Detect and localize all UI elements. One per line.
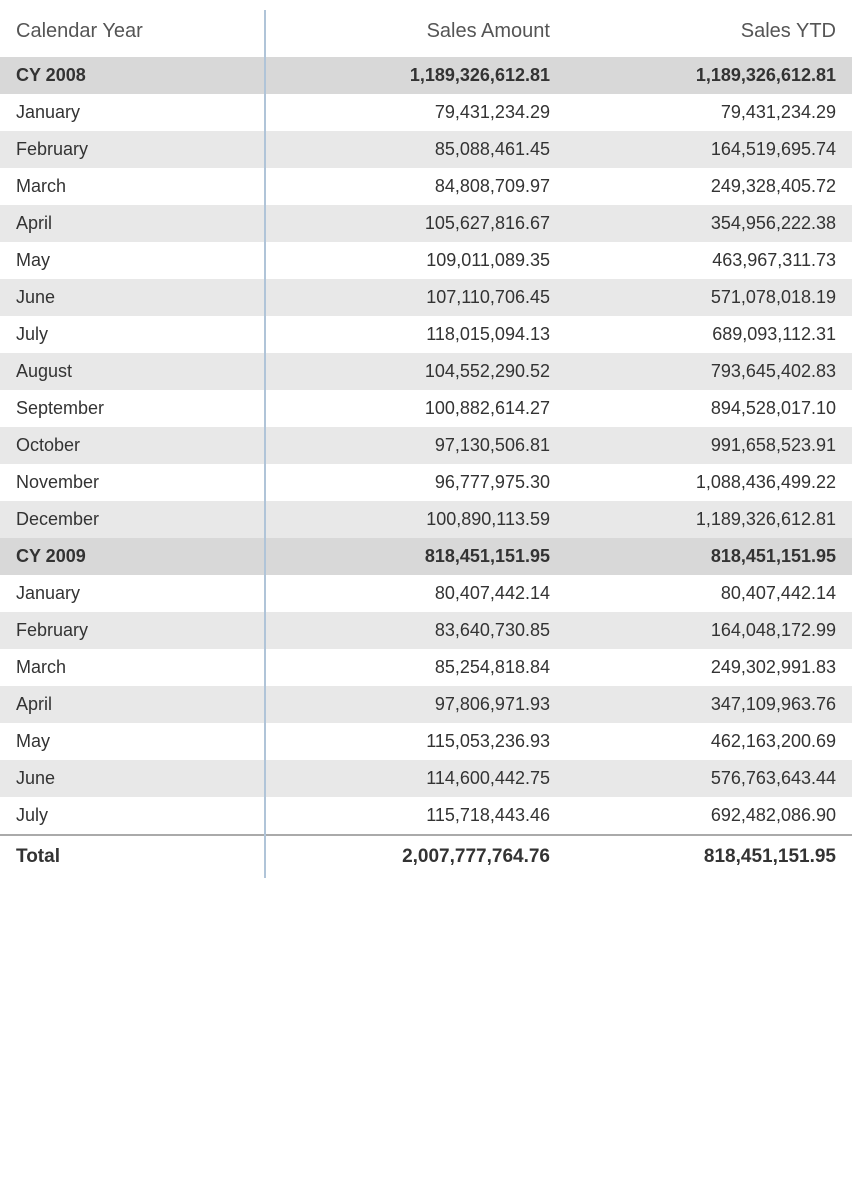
- cell-ytd: 164,519,695.74: [566, 131, 852, 168]
- cell-ytd: 576,763,643.44: [566, 760, 852, 797]
- cell-ytd: 462,163,200.69: [566, 723, 852, 760]
- table-row: March84,808,709.97249,328,405.72: [0, 168, 852, 205]
- cell-ytd: 1,088,436,499.22: [566, 464, 852, 501]
- cell-sales: 83,640,730.85: [265, 612, 566, 649]
- cell-ytd: 894,528,017.10: [566, 390, 852, 427]
- table-row: June107,110,706.45571,078,018.19: [0, 279, 852, 316]
- cell-ytd: 793,645,402.83: [566, 353, 852, 390]
- table-row: July115,718,443.46692,482,086.90: [0, 797, 852, 835]
- total-sales: 2,007,777,764.76: [265, 835, 566, 878]
- cell-label: May: [0, 242, 265, 279]
- cell-sales: 115,718,443.46: [265, 797, 566, 835]
- cell-label: September: [0, 390, 265, 427]
- table-row: January80,407,442.1480,407,442.14: [0, 575, 852, 612]
- cell-ytd: 249,302,991.83: [566, 649, 852, 686]
- cell-sales: 84,808,709.97: [265, 168, 566, 205]
- cell-sales: 105,627,816.67: [265, 205, 566, 242]
- cell-ytd: 80,407,442.14: [566, 575, 852, 612]
- cell-ytd: 79,431,234.29: [566, 94, 852, 131]
- cell-sales: 85,254,818.84: [265, 649, 566, 686]
- sales-table-container: Calendar Year Sales Amount Sales YTD CY …: [0, 0, 852, 888]
- cell-ytd: 354,956,222.38: [566, 205, 852, 242]
- cell-sales: 109,011,089.35: [265, 242, 566, 279]
- table-row: November96,777,975.301,088,436,499.22: [0, 464, 852, 501]
- cell-label: December: [0, 501, 265, 538]
- cell-ytd: 689,093,112.31: [566, 316, 852, 353]
- cell-label: January: [0, 94, 265, 131]
- col-header-ytd: Sales YTD: [566, 10, 852, 57]
- cell-ytd: 991,658,523.91: [566, 427, 852, 464]
- cell-sales: 97,806,971.93: [265, 686, 566, 723]
- table-row: October97,130,506.81991,658,523.91: [0, 427, 852, 464]
- cell-label: March: [0, 168, 265, 205]
- cell-ytd: 818,451,151.95: [566, 538, 852, 575]
- total-row: Total2,007,777,764.76818,451,151.95: [0, 835, 852, 878]
- col-header-year: Calendar Year: [0, 10, 265, 57]
- cell-sales: 97,130,506.81: [265, 427, 566, 464]
- table-row: June114,600,442.75576,763,643.44: [0, 760, 852, 797]
- cell-sales: 96,777,975.30: [265, 464, 566, 501]
- table-row: February85,088,461.45164,519,695.74: [0, 131, 852, 168]
- cell-ytd: 692,482,086.90: [566, 797, 852, 835]
- table-row: July118,015,094.13689,093,112.31: [0, 316, 852, 353]
- cell-sales: 118,015,094.13: [265, 316, 566, 353]
- table-row: January79,431,234.2979,431,234.29: [0, 94, 852, 131]
- cell-label: June: [0, 760, 265, 797]
- cell-label: February: [0, 612, 265, 649]
- cell-label: January: [0, 575, 265, 612]
- cell-label: May: [0, 723, 265, 760]
- cell-label: August: [0, 353, 265, 390]
- cell-label: July: [0, 316, 265, 353]
- cell-sales: 80,407,442.14: [265, 575, 566, 612]
- cell-sales: 818,451,151.95: [265, 538, 566, 575]
- total-label: Total: [0, 835, 265, 878]
- cell-ytd: 1,189,326,612.81: [566, 57, 852, 94]
- cell-ytd: 249,328,405.72: [566, 168, 852, 205]
- cell-sales: 100,882,614.27: [265, 390, 566, 427]
- cell-sales: 104,552,290.52: [265, 353, 566, 390]
- table-row: February83,640,730.85164,048,172.99: [0, 612, 852, 649]
- table-header-row: Calendar Year Sales Amount Sales YTD: [0, 10, 852, 57]
- table-row: CY 2009818,451,151.95818,451,151.95: [0, 538, 852, 575]
- table-row: April97,806,971.93347,109,963.76: [0, 686, 852, 723]
- cell-ytd: 347,109,963.76: [566, 686, 852, 723]
- table-row: April105,627,816.67354,956,222.38: [0, 205, 852, 242]
- cell-label: April: [0, 205, 265, 242]
- cell-sales: 115,053,236.93: [265, 723, 566, 760]
- cell-ytd: 463,967,311.73: [566, 242, 852, 279]
- cell-label: April: [0, 686, 265, 723]
- cell-sales: 107,110,706.45: [265, 279, 566, 316]
- table-row: August104,552,290.52793,645,402.83: [0, 353, 852, 390]
- cell-label: October: [0, 427, 265, 464]
- cell-label: CY 2008: [0, 57, 265, 94]
- cell-label: February: [0, 131, 265, 168]
- table-row: CY 20081,189,326,612.811,189,326,612.81: [0, 57, 852, 94]
- cell-sales: 1,189,326,612.81: [265, 57, 566, 94]
- cell-ytd: 571,078,018.19: [566, 279, 852, 316]
- cell-label: March: [0, 649, 265, 686]
- table-row: March85,254,818.84249,302,991.83: [0, 649, 852, 686]
- cell-label: July: [0, 797, 265, 835]
- cell-sales: 85,088,461.45: [265, 131, 566, 168]
- total-ytd: 818,451,151.95: [566, 835, 852, 878]
- table-row: May115,053,236.93462,163,200.69: [0, 723, 852, 760]
- cell-sales: 114,600,442.75: [265, 760, 566, 797]
- col-header-sales: Sales Amount: [265, 10, 566, 57]
- table-row: May109,011,089.35463,967,311.73: [0, 242, 852, 279]
- cell-ytd: 1,189,326,612.81: [566, 501, 852, 538]
- sales-table: Calendar Year Sales Amount Sales YTD CY …: [0, 10, 852, 878]
- table-row: September100,882,614.27894,528,017.10: [0, 390, 852, 427]
- cell-sales: 79,431,234.29: [265, 94, 566, 131]
- cell-label: June: [0, 279, 265, 316]
- cell-ytd: 164,048,172.99: [566, 612, 852, 649]
- cell-sales: 100,890,113.59: [265, 501, 566, 538]
- cell-label: November: [0, 464, 265, 501]
- table-row: December100,890,113.591,189,326,612.81: [0, 501, 852, 538]
- cell-label: CY 2009: [0, 538, 265, 575]
